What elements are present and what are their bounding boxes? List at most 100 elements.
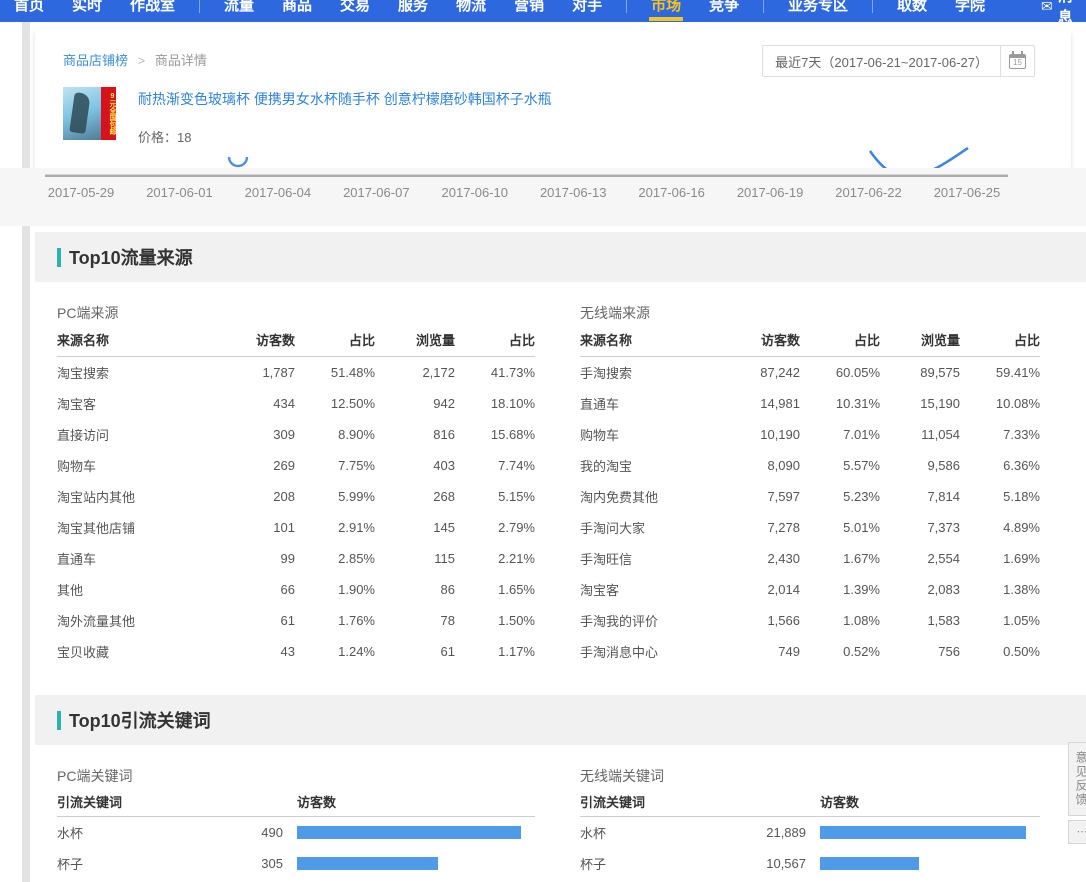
cell-value: 7.33% [960,427,1040,442]
product-thumbnail[interactable]: 9元全国包邮 [63,87,116,140]
nav-divider [626,0,627,13]
cell-source-name: 我的淘宝 [580,456,720,475]
feedback-tab[interactable]: 意见反馈 [1068,742,1086,816]
nav-item-9[interactable]: 物流 [442,0,500,21]
cell-value: 7.01% [800,427,880,442]
column-header: 访客数 [820,792,1040,811]
section-accent-bar [57,248,61,267]
cell-value: 18.10% [455,396,535,411]
keyword-section-header: Top10引流关键词 [35,695,1086,745]
cell-value: 749 [720,644,800,659]
nav-item-6[interactable]: 商品 [268,0,326,21]
nav-item-7[interactable]: 交易 [326,0,384,21]
wireless-keywords-subtitle: 无线端关键词 [580,745,1040,786]
cell-value: 2.79% [455,520,535,535]
axis-tick-label: 2017-06-13 [530,185,616,200]
axis-tick-label: 2017-06-16 [629,185,715,200]
nav-item-3[interactable]: 作战室 [116,0,189,21]
cell-source-name: 淘宝其他店铺 [57,518,215,537]
cell-source-name: 淘宝客 [57,394,215,413]
product-badge: 9元全国包邮 [101,87,116,140]
nav-divider [872,0,873,13]
nav-item-5[interactable]: 流量 [210,0,268,21]
cell-value: 59.41% [960,365,1040,380]
nav-item-8[interactable]: 服务 [384,0,442,21]
cell-value: 41.73% [455,365,535,380]
bar-track [297,826,535,839]
nav-item-19[interactable]: 学院 [941,0,999,21]
column-header: 访客数 [215,330,295,349]
cell-value: 101 [215,520,295,535]
cell-value: 756 [880,644,960,659]
inner-scrollbar[interactable] [22,22,30,882]
bar-track [820,857,1040,870]
table-row: 手淘搜索87,24260.05%89,57559.41% [580,357,1040,388]
nav-item-13[interactable]: 市场 [637,0,695,21]
cell-source-name: 购物车 [57,456,215,475]
nav-divider [763,0,764,13]
axis-tick-label: 2017-06-10 [432,185,518,200]
cell-value: 1.65% [455,582,535,597]
cell-value: 5.18% [960,489,1040,504]
cell-value: 1.69% [960,551,1040,566]
table-row: 淘宝搜索1,78751.48%2,17241.73% [57,357,535,388]
keywords-card: PC端关键词 引流关键词访客数水杯490杯子305 无线端关键词 引流关键词访客… [35,745,1086,882]
nav-item-16[interactable]: 业务专区 [774,0,862,21]
cell-value: 1.39% [800,582,880,597]
cell-value: 1,787 [215,365,295,380]
table-header-row: 引流关键词访客数 [57,786,535,817]
cell-value: 86 [375,582,455,597]
table-row: 水杯21,889 [580,817,1040,848]
breadcrumb-parent-link[interactable]: 商品店铺榜 [63,53,128,68]
breadcrumb-current: 商品详情 [155,53,207,68]
cell-value: 4.89% [960,520,1040,535]
axis-tick-label: 2017-05-29 [38,185,124,200]
cell-value: 60.05% [800,365,880,380]
cell-value: 269 [215,458,295,473]
cell-visitors: 305 [207,856,283,871]
nav-item-messages[interactable]: ✉消息 [1041,0,1086,21]
nav-item-2[interactable]: 实时 [58,0,116,21]
cell-value: 2.21% [455,551,535,566]
column-header: 占比 [960,330,1040,349]
nav-item-14[interactable]: 竞争 [695,0,753,21]
nav-item-11[interactable]: 对手 [558,0,616,21]
cell-visitors: 21,889 [730,825,806,840]
cell-value: 51.48% [295,365,375,380]
cell-value: 7,373 [880,520,960,535]
cell-value: 99 [215,551,295,566]
cell-source-name: 淘宝客 [580,580,720,599]
cell-value: 7,814 [880,489,960,504]
table-header-row: 来源名称访客数占比浏览量占比 [580,323,1040,357]
table-row: 淘外流量其他611.76%781.50% [57,605,535,636]
nav-item-18[interactable]: 取数 [883,0,941,21]
cell-source-name: 直通车 [57,549,215,568]
cell-value: 8,090 [720,458,800,473]
visitor-bar [820,826,1026,839]
product-title-link[interactable]: 耐热渐变色玻璃杯 便携男女水杯随手杯 创意柠檬磨砂韩国杯子水瓶 [138,89,552,109]
section-accent-bar [57,711,61,730]
cell-value: 1.38% [960,582,1040,597]
table-row: 淘宝客43412.50%94218.10% [57,388,535,419]
column-header: 引流关键词 [57,792,297,811]
cell-value: 10.31% [800,396,880,411]
cell-value: 2,014 [720,582,800,597]
visitor-bar [820,857,919,870]
cell-value: 61 [375,644,455,659]
cell-value: 2,554 [880,551,960,566]
column-header: 占比 [455,330,535,349]
nav-item-10[interactable]: 营销 [500,0,558,21]
date-range-picker[interactable]: 最近7天（2017-06-21~2017-06-27） 15 [762,45,1035,77]
feedback-more-button[interactable]: ⋯ [1068,820,1086,844]
table-row: 杯子305 [57,848,535,879]
cell-value: 15,190 [880,396,960,411]
nav-item-1[interactable]: 首页 [0,0,58,21]
table-row: 直通车992.85%1152.21% [57,543,535,574]
cell-value: 2.85% [295,551,375,566]
calendar-button[interactable]: 15 [1000,46,1034,76]
pc-keywords-subtitle: PC端关键词 [57,745,535,786]
column-header: 来源名称 [580,330,720,349]
bar-track [297,857,535,870]
cell-value: 1.67% [800,551,880,566]
cell-value: 43 [215,644,295,659]
